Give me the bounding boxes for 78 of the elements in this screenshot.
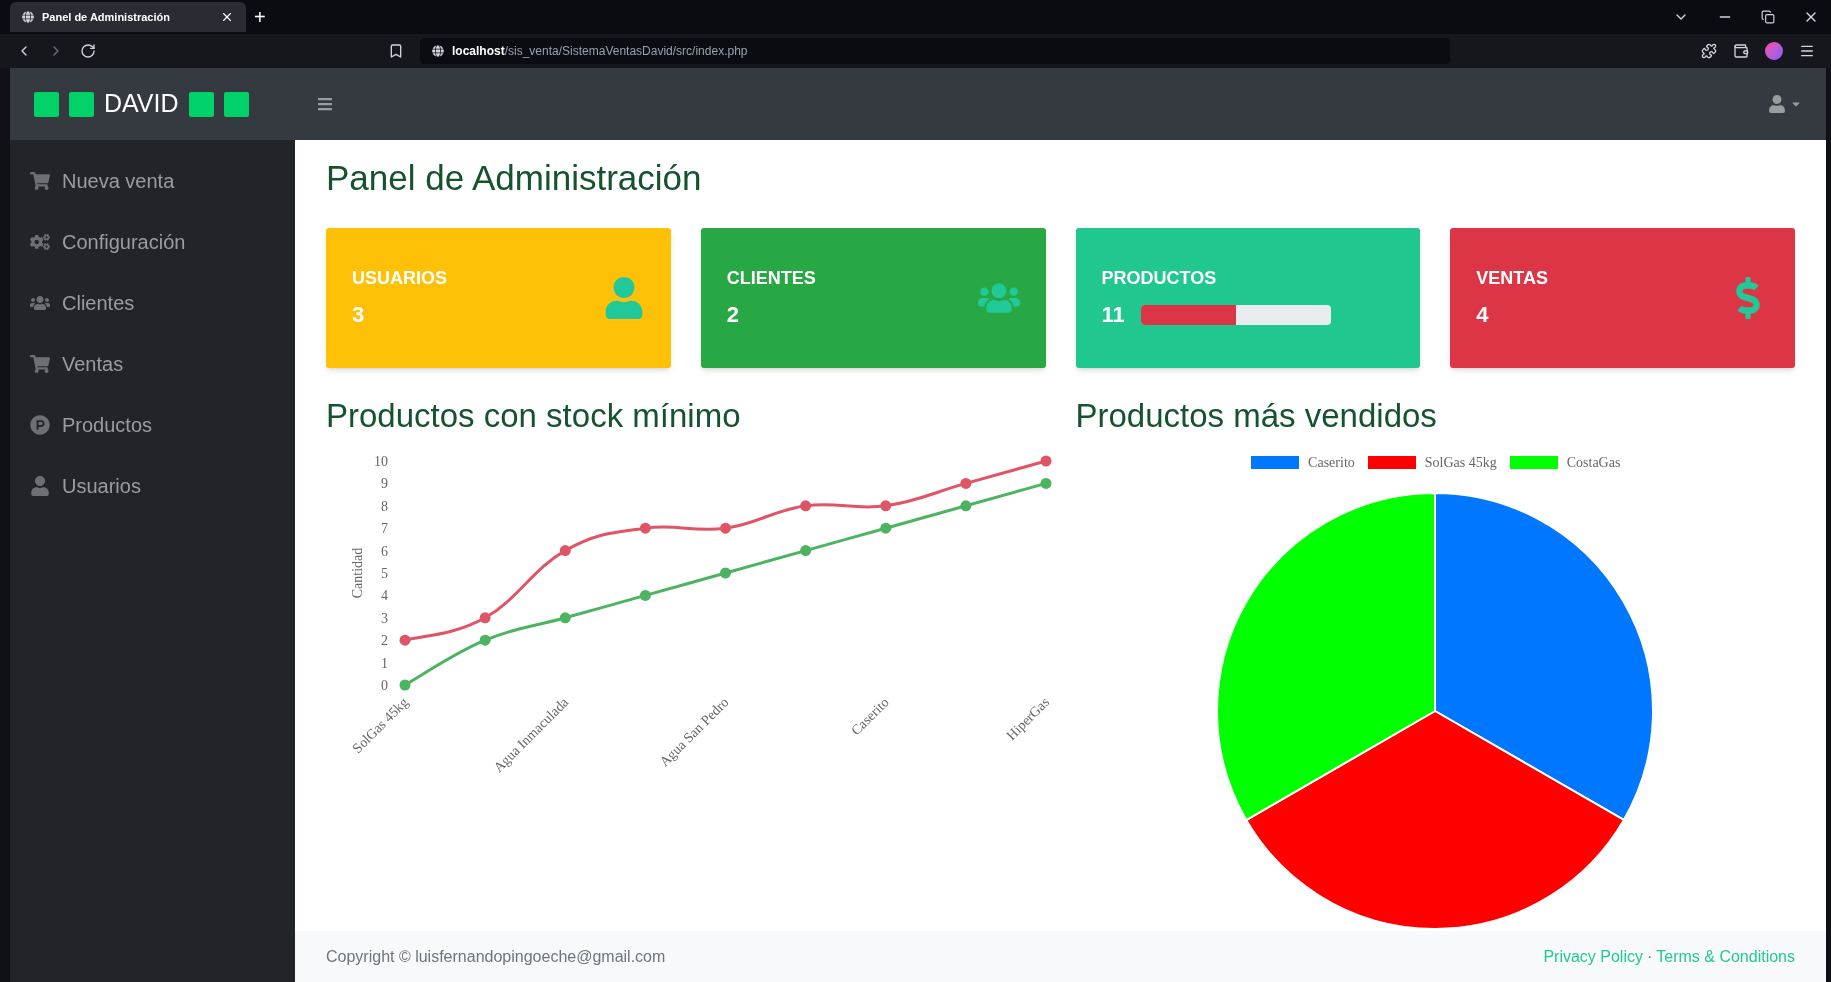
sidebar-item[interactable]: Ventas [10, 333, 295, 394]
point [960, 500, 972, 512]
point [800, 500, 812, 512]
axis-title: Cantidad [350, 547, 365, 599]
reload-icon[interactable] [80, 43, 96, 59]
tick-label: 10 [374, 454, 388, 469]
card-title: CLIENTES [726, 267, 817, 290]
logo-square-icon [69, 91, 94, 117]
puzzle-icon[interactable] [1701, 43, 1717, 59]
logo-square-icon [223, 91, 249, 117]
legend-label: SolGas 45kg [1424, 454, 1497, 472]
page-title: Panel de Administración [326, 157, 703, 199]
brand-name[interactable]: DAVID [104, 85, 179, 123]
user-icon [1768, 95, 1786, 113]
card-title: PRODUCTOS [1101, 267, 1218, 290]
copyright-text: Copyright © luisfernandopingoeche@gmail.com [326, 947, 667, 967]
globe-icon [22, 11, 34, 23]
user-icon [30, 475, 50, 496]
tick-label: 3 [381, 610, 388, 626]
url-path: /sis_venta/SistemaVentasDavid/src/index.php [504, 43, 748, 60]
legend-label: CostaGas [1566, 454, 1621, 472]
point [1040, 455, 1052, 467]
profile-avatar[interactable] [1765, 42, 1783, 60]
user-menu[interactable] [1768, 95, 1802, 113]
cart-icon [30, 353, 50, 374]
tick-label: 5 [381, 566, 388, 581]
separator: · [1646, 947, 1653, 967]
card-title: USUARIOS [352, 267, 448, 290]
card-value: 2 [726, 301, 739, 329]
point [479, 634, 491, 646]
sidebar-item[interactable]: Productos [10, 394, 295, 455]
point [1040, 477, 1052, 489]
point [720, 567, 731, 579]
point [639, 522, 651, 534]
logo-square-icon [188, 91, 214, 117]
tick-label: 6 [381, 543, 388, 559]
section-title: Productos con stock mínimo [326, 396, 742, 436]
point [880, 500, 892, 512]
bookmark-icon[interactable] [388, 43, 404, 59]
logo-square-icon [34, 91, 59, 117]
point [559, 612, 571, 624]
sidebar-item[interactable]: Configuración [10, 211, 295, 272]
menu-icon[interactable] [1799, 43, 1815, 59]
cart-icon [30, 170, 50, 191]
gears-icon [30, 231, 50, 252]
legend-label: Caserito [1308, 454, 1355, 472]
site-info-icon [432, 45, 444, 57]
browser-tab[interactable]: Panel de Administración [10, 2, 246, 32]
tick-label: 7 [381, 521, 388, 537]
point [720, 522, 731, 534]
point [960, 477, 972, 489]
point [399, 679, 411, 691]
new-tab-button[interactable]: + [254, 7, 266, 27]
card-value: 11 [1101, 301, 1125, 329]
close-icon[interactable] [220, 10, 234, 24]
card-value: 3 [352, 301, 365, 329]
address-bar[interactable]: localhost/sis_venta/SistemaVentasDavid/src/index.php [420, 38, 1450, 64]
card-title: VENTAS [1476, 267, 1549, 290]
wallet-icon[interactable] [1733, 43, 1749, 59]
point [800, 545, 812, 557]
url-host: localhost [452, 43, 505, 60]
point [880, 522, 892, 534]
section-title: Productos más vendidos [1075, 396, 1438, 436]
sidebar-item[interactable]: Usuarios [10, 455, 295, 516]
sidebar-item[interactable]: Clientes [10, 272, 295, 333]
tick-label: 8 [381, 498, 388, 514]
tick-label: 9 [381, 476, 388, 492]
tick-label: 1 [381, 655, 388, 671]
point [559, 545, 571, 557]
point [479, 612, 491, 624]
sidebar-item[interactable]: Nueva venta [10, 150, 295, 211]
tick-label: 4 [381, 588, 388, 604]
restore-icon[interactable] [1761, 10, 1775, 24]
point [399, 634, 411, 646]
tick-label: 2 [381, 633, 388, 649]
card-value: 4 [1476, 301, 1489, 329]
tick-label: 0 [381, 678, 388, 693]
point [639, 589, 651, 601]
